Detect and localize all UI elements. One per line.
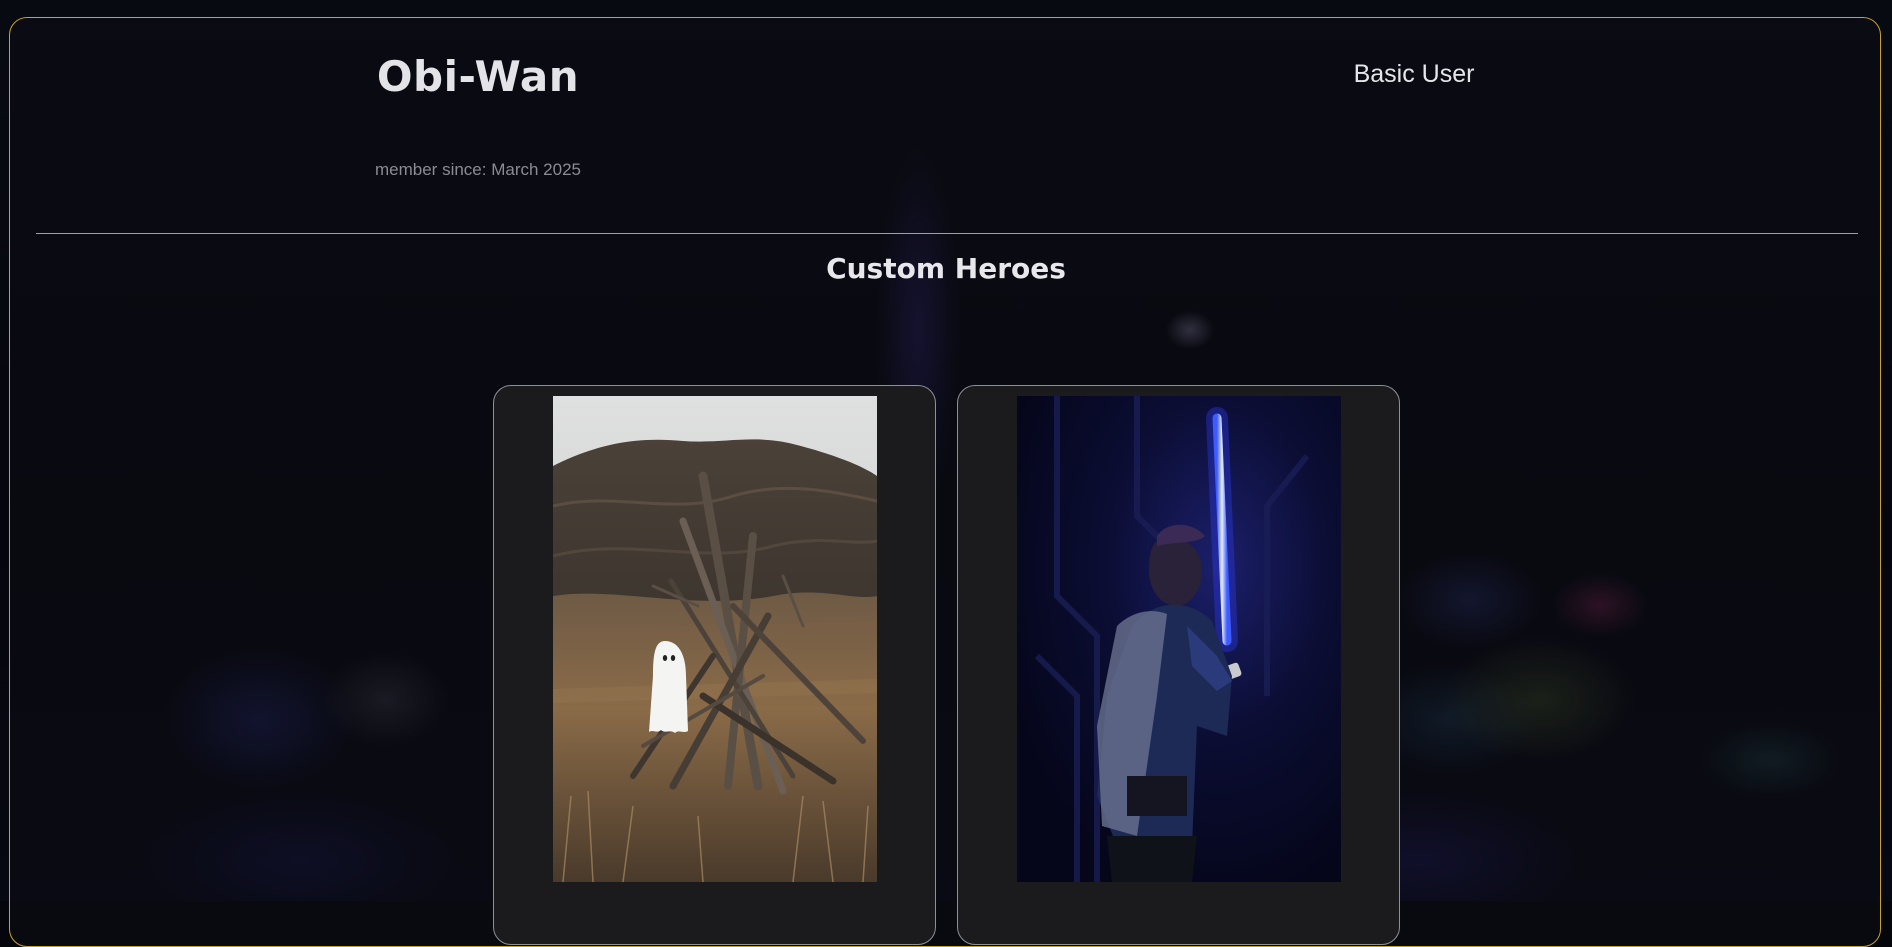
hero-card[interactable] bbox=[957, 385, 1400, 945]
section-divider bbox=[36, 233, 1858, 234]
member-since-text: member since: March 2025 bbox=[375, 160, 581, 179]
hero-card[interactable] bbox=[493, 385, 936, 945]
user-role-label: Basic User bbox=[1353, 60, 1475, 88]
custom-heroes-heading: Custom Heroes bbox=[826, 252, 1066, 285]
profile-username: Obi-Wan bbox=[376, 52, 580, 101]
ghost-teepee-hero-image bbox=[553, 396, 877, 882]
profile-panel bbox=[9, 17, 1881, 947]
lightsaber-hero-image bbox=[1017, 396, 1341, 882]
